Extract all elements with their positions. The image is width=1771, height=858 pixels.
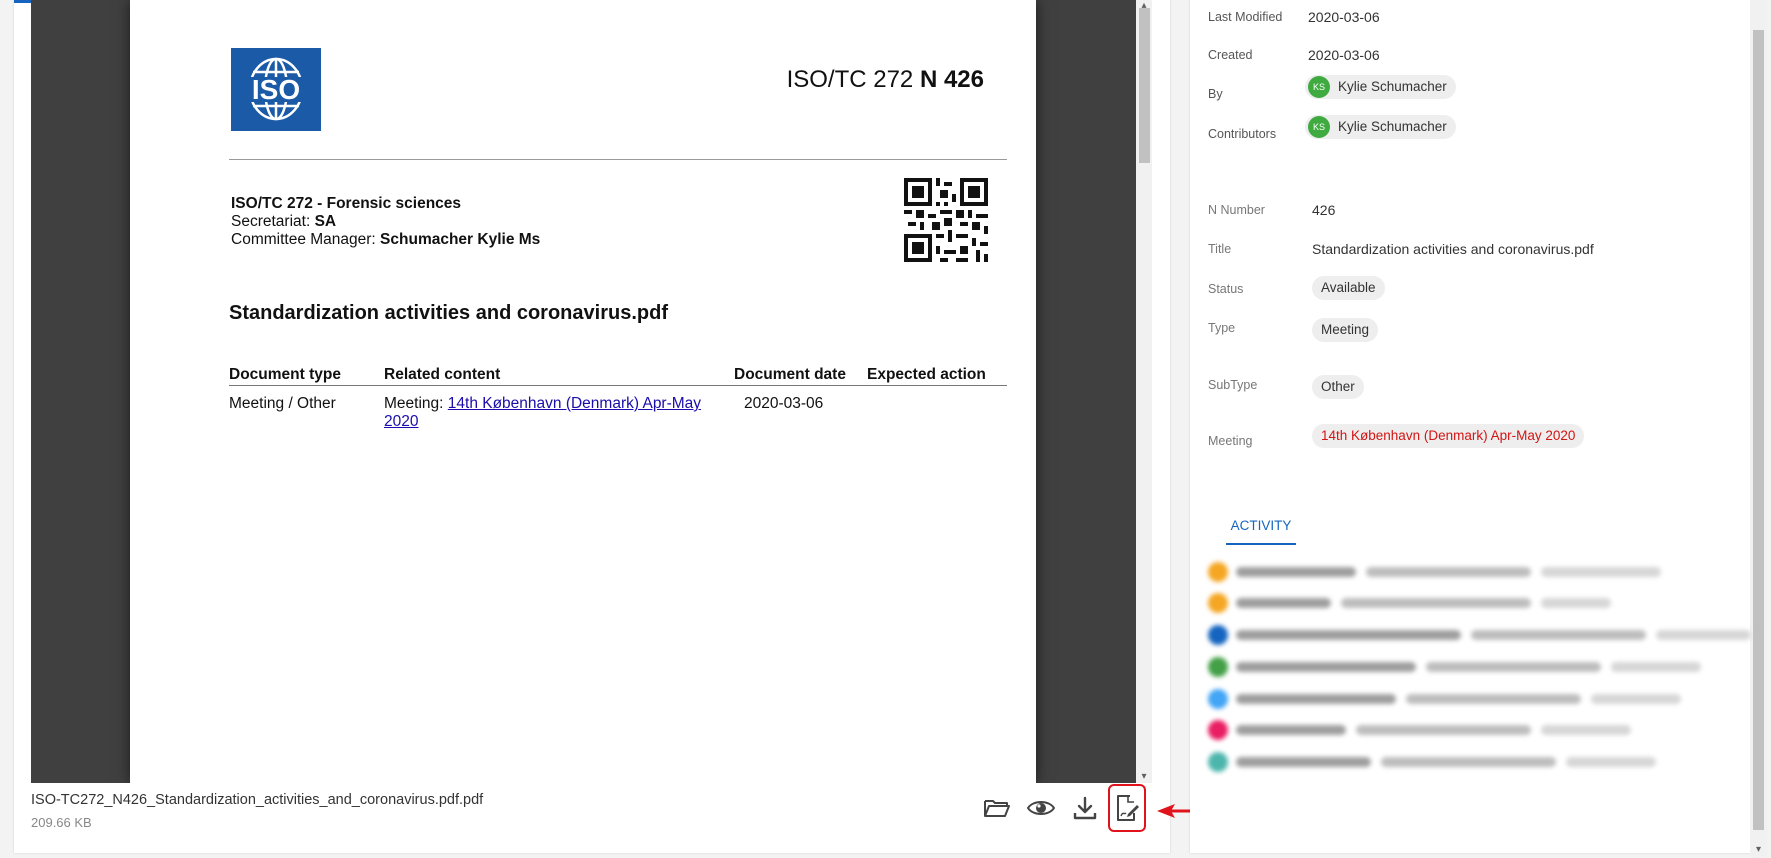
eye-icon (1027, 801, 1055, 815)
n-number-value: 426 (1312, 202, 1336, 218)
activity-item (1208, 719, 1641, 741)
preview-button[interactable] (1024, 791, 1058, 825)
last-modified-value: 2020-03-06 (1308, 9, 1380, 25)
contributor-user-chip[interactable]: KS Kylie Schumacher (1305, 115, 1456, 139)
viewer-scrollbar[interactable]: ▴ ▾ (1136, 0, 1152, 783)
title-value: Standardization activities and coronavir… (1312, 241, 1594, 257)
cell-document-type: Meeting / Other (229, 395, 336, 412)
subtype-chip: Other (1312, 375, 1364, 399)
by-label: By (1208, 87, 1223, 101)
doc-ref-prefix: ISO/TC 272 (786, 66, 914, 93)
created-label: Created (1208, 48, 1253, 62)
activity-item (1208, 592, 1621, 614)
page-scrollbar[interactable]: ▾ (1750, 0, 1767, 858)
created-value: 2020-03-06 (1308, 47, 1380, 63)
contributor-user-name: Kylie Schumacher (1338, 119, 1447, 134)
qr-code (904, 178, 988, 262)
cell-related-content: Meeting: 14th København (Denmark) Apr-Ma… (384, 395, 702, 430)
last-modified-label: Last Modified (1208, 10, 1283, 24)
cell-document-date: 2020-03-06 (744, 395, 824, 412)
committee-manager-line: Committee Manager: Schumacher Kylie Ms (231, 231, 541, 248)
open-folder-button[interactable] (980, 791, 1014, 825)
table-header: Document type Related content Document d… (229, 364, 1007, 386)
type-label: Type (1208, 321, 1236, 335)
n-number-label: N Number (1208, 203, 1265, 217)
status-chip: Available (1312, 276, 1385, 300)
activity-item (1208, 624, 1761, 646)
svg-text:ISO: ISO (252, 74, 300, 105)
scroll-down-icon[interactable]: ▾ (1136, 771, 1152, 783)
table-row: Meeting / Other Meeting: 14th København … (229, 386, 1007, 430)
pdf-page: ISO ISO/TC 272 N 426 ISO/TC 272 - Forens… (130, 0, 1036, 783)
iso-logo: ISO (231, 48, 321, 131)
meeting-label: Meeting (1208, 434, 1253, 448)
folder-open-icon (984, 800, 1010, 817)
subtype-label: SubType (1208, 378, 1258, 392)
committee-info: ISO/TC 272 - Forensic sciences Secretari… (231, 195, 540, 249)
document-reference: ISO/TC 272 N 426 (787, 66, 984, 94)
activity-item (1208, 751, 1666, 773)
type-chip: Meeting (1312, 318, 1379, 342)
title-label: Title (1208, 242, 1232, 256)
page-scroll-down-icon[interactable]: ▾ (1750, 844, 1767, 858)
activity-item (1208, 688, 1691, 710)
activity-item (1208, 656, 1711, 678)
download-button[interactable] (1068, 791, 1102, 825)
header-related-content: Related content (384, 366, 501, 383)
header-document-date: Document date (734, 366, 846, 383)
status-label: Status (1208, 282, 1244, 296)
by-user-name: Kylie Schumacher (1338, 79, 1447, 94)
tab-activity[interactable]: ACTIVITY (1226, 518, 1296, 545)
file-edit-icon (1117, 795, 1139, 821)
header-document-type: Document type (229, 366, 341, 383)
download-icon (1073, 796, 1097, 820)
file-name: ISO-TC272_N426_Standardization_activitie… (31, 792, 484, 808)
document-meta-table: Document type Related content Document d… (229, 364, 1007, 430)
avatar: KS (1308, 76, 1330, 98)
scrollbar-thumb[interactable] (1139, 8, 1150, 163)
contributors-label: Contributors (1208, 127, 1277, 141)
pdf-viewer[interactable]: ISO ISO/TC 272 N 426 ISO/TC 272 - Forens… (31, 0, 1136, 783)
header-expected-action: Expected action (867, 366, 986, 383)
activity-item (1208, 561, 1671, 583)
avatar: KS (1308, 116, 1330, 138)
file-size: 209.66 KB (31, 815, 92, 830)
edit-document-button[interactable] (1108, 784, 1146, 832)
header-divider (229, 159, 1007, 160)
document-title: Standardization activities and coronavir… (229, 302, 668, 324)
committee-name: ISO/TC 272 - Forensic sciences (231, 195, 462, 212)
file-actions (980, 784, 1156, 832)
by-user-chip[interactable]: KS Kylie Schumacher (1305, 75, 1456, 99)
secretariat-line: Secretariat: SA (231, 213, 337, 230)
meeting-chip[interactable]: 14th København (Denmark) Apr-May 2020 (1312, 424, 1585, 448)
doc-ref-number: N 426 (919, 66, 984, 93)
page-scrollbar-thumb[interactable] (1753, 30, 1764, 830)
